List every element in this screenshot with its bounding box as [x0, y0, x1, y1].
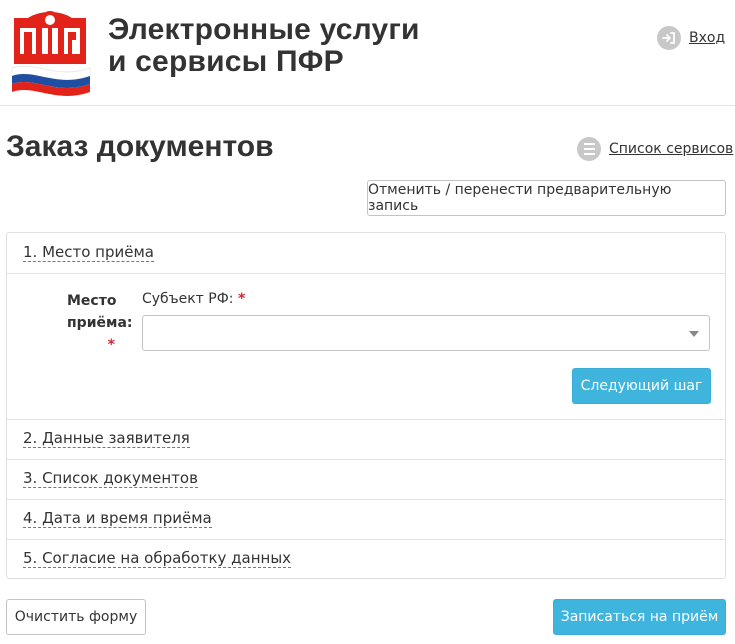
step-label[interactable]: 4. Дата и время приёма — [23, 509, 212, 528]
required-mark: * — [237, 291, 246, 307]
step-label[interactable]: 2. Данные заявителя — [23, 429, 190, 448]
subject-label: Субъект РФ: * — [142, 291, 245, 307]
site-title: Электронные услуги и сервисы ПФР — [108, 14, 428, 78]
step-header-consent[interactable]: 5. Согласие на обработку данных — [7, 539, 725, 579]
services-list-label[interactable]: Список сервисов — [609, 141, 733, 157]
login-label[interactable]: Вход — [689, 30, 725, 46]
step-header-documents[interactable]: 3. Список документов — [7, 459, 725, 499]
place-label-line1: Место — [67, 293, 117, 309]
site-title-line2: и сервисы ПФР — [108, 45, 344, 78]
place-label-line2: приёма: — [67, 315, 133, 331]
steps-panel: 1. Место приёма Место приёма: * Субъект … — [6, 232, 726, 579]
login-icon[interactable] — [657, 26, 681, 50]
divider — [7, 273, 725, 274]
clear-form-button[interactable]: Очистить форму — [6, 599, 146, 635]
step-label[interactable]: 5. Согласие на обработку данных — [23, 549, 292, 568]
page-title: Заказ документов — [6, 130, 274, 163]
chevron-down-icon[interactable] — [689, 331, 699, 337]
login-link[interactable]: Вход — [657, 26, 725, 50]
list-icon[interactable] — [577, 137, 601, 161]
subject-label-text: Субъект РФ: — [142, 291, 234, 307]
subject-select[interactable] — [142, 315, 710, 351]
step-header-place[interactable]: 1. Место приёма — [7, 233, 725, 273]
step-label[interactable]: 1. Место приёма — [23, 243, 154, 262]
step-label[interactable]: 3. Список документов — [23, 469, 198, 488]
place-field-label: Место приёма: * — [67, 290, 133, 356]
submit-appointment-button[interactable]: Записаться на приём — [553, 599, 726, 635]
site-header: Электронные услуги и сервисы ПФР Вход — [0, 0, 735, 106]
cancel-reschedule-button[interactable]: Отменить / перенести предварительную зап… — [367, 180, 726, 216]
site-title-line1: Электронные услуги — [108, 13, 420, 46]
required-mark: * — [107, 337, 115, 353]
next-step-button[interactable]: Следующий шаг — [572, 368, 711, 404]
step-header-applicant[interactable]: 2. Данные заявителя — [7, 419, 725, 459]
services-list-link[interactable]: Список сервисов — [577, 136, 733, 162]
step-header-datetime[interactable]: 4. Дата и время приёма — [7, 499, 725, 539]
pfr-logo[interactable] — [6, 6, 94, 96]
